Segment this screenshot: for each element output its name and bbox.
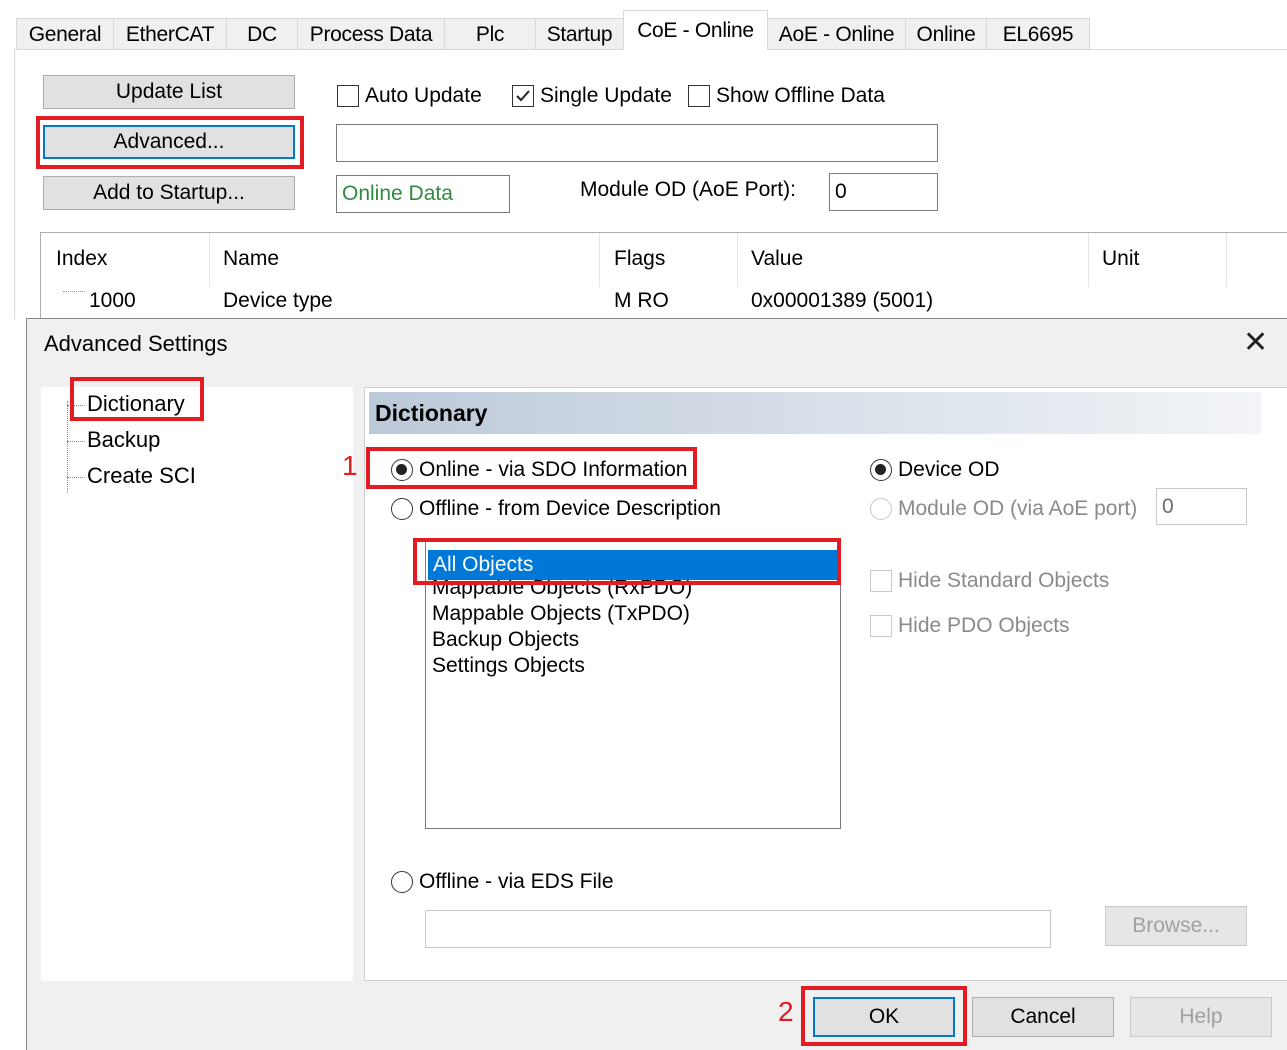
show-offline-box[interactable] <box>688 85 710 107</box>
pane-title: Dictionary <box>369 392 1261 434</box>
hide-pdo-checkbox[interactable]: Hide PDO Objects <box>870 614 1070 638</box>
add-to-startup-button[interactable]: Add to Startup... <box>43 176 295 210</box>
offline-eds-radio[interactable]: Offline - via EDS File <box>391 870 614 894</box>
step-marker-1: 1 <box>342 450 358 481</box>
row-flags[interactable]: M RO <box>614 289 669 313</box>
object-list[interactable]: Index Name Flags Value Unit 1000 Device … <box>40 232 1287 322</box>
help-button[interactable]: Help <box>1130 997 1272 1037</box>
hide-standard-label: Hide Standard Objects <box>898 569 1110 592</box>
column-header-name[interactable]: Name <box>223 247 279 271</box>
tree-line <box>67 405 85 406</box>
tab-ethercat[interactable]: EtherCAT <box>113 18 227 50</box>
device-od-label: Device OD <box>898 458 1000 481</box>
tree-item-backup[interactable]: Backup <box>87 427 160 453</box>
step-marker-2: 2 <box>778 996 794 1027</box>
dialog-title: Advanced Settings <box>44 331 228 356</box>
ok-button[interactable]: OK <box>813 997 955 1037</box>
tree-line <box>67 401 68 493</box>
object-filter-list[interactable]: Mappable Objects (RxPDO) All Objects Map… <box>425 541 841 829</box>
show-offline-checkbox[interactable]: Show Offline Data <box>688 84 885 108</box>
tab-process-data[interactable]: Process Data <box>297 18 445 50</box>
column-separator[interactable] <box>209 233 210 287</box>
tab-startup[interactable]: Startup <box>535 18 624 50</box>
dictionary-pane: Dictionary Online - via SDO Information … <box>364 387 1287 981</box>
device-od-radio[interactable]: Device OD <box>870 458 1000 482</box>
column-separator[interactable] <box>1088 233 1089 287</box>
tab-el6695[interactable]: EL6695 <box>986 18 1090 50</box>
offline-desc-radio[interactable]: Offline - from Device Description <box>391 497 721 521</box>
offline-eds-label: Offline - via EDS File <box>419 870 614 893</box>
show-offline-label: Show Offline Data <box>716 84 885 107</box>
list-item-selected[interactable]: All Objects <box>428 550 838 580</box>
column-separator[interactable] <box>737 233 738 287</box>
single-update-label: Single Update <box>540 84 672 107</box>
hide-standard-box[interactable] <box>870 570 892 592</box>
status-field[interactable] <box>336 124 938 162</box>
column-header-value[interactable]: Value <box>751 247 803 271</box>
update-list-button[interactable]: Update List <box>43 75 295 109</box>
single-update-box[interactable] <box>512 85 534 107</box>
advanced-button[interactable]: Advanced... <box>43 125 295 159</box>
radio-selected-icon[interactable] <box>870 459 892 481</box>
module-od-input[interactable]: 0 <box>829 173 938 211</box>
online-sdo-radio[interactable]: Online - via SDO Information <box>391 458 687 482</box>
radio-selected-icon[interactable] <box>391 459 413 481</box>
hide-pdo-box[interactable] <box>870 615 892 637</box>
online-sdo-label: Online - via SDO Information <box>419 458 688 481</box>
tab-general[interactable]: General <box>16 18 114 50</box>
eds-file-path-input[interactable] <box>425 910 1051 948</box>
tree-connector <box>63 291 85 292</box>
checkmark-icon <box>516 90 530 102</box>
tab-dc[interactable]: DC <box>226 18 298 50</box>
tree-line <box>67 441 85 442</box>
tree-item-dictionary[interactable]: Dictionary <box>87 391 185 417</box>
single-update-checkbox[interactable]: Single Update <box>512 84 672 108</box>
tab-aoe-online[interactable]: AoE - Online <box>767 18 906 50</box>
close-icon[interactable]: ✕ <box>1243 325 1268 360</box>
tab-coe-online[interactable]: CoE - Online <box>623 10 768 50</box>
column-header-flags[interactable]: Flags <box>614 247 665 271</box>
column-separator[interactable] <box>1226 233 1227 287</box>
auto-update-box[interactable] <box>337 85 359 107</box>
browse-button[interactable]: Browse... <box>1105 906 1247 946</box>
cancel-button[interactable]: Cancel <box>972 997 1114 1037</box>
tab-online[interactable]: Online <box>905 18 987 50</box>
radio-icon[interactable] <box>391 871 413 893</box>
row-name[interactable]: Device type <box>223 289 333 313</box>
module-od-port-input[interactable]: 0 <box>1156 488 1247 525</box>
hide-pdo-label: Hide PDO Objects <box>898 614 1070 637</box>
advanced-settings-dialog: Advanced Settings ✕ Dictionary Backup Cr… <box>26 318 1287 1050</box>
module-od-radio[interactable]: Module OD (via AoE port) <box>870 497 1137 521</box>
column-header-unit[interactable]: Unit <box>1102 247 1139 271</box>
column-header-index[interactable]: Index <box>56 247 107 271</box>
radio-icon[interactable] <box>870 498 892 520</box>
row-index[interactable]: 1000 <box>89 289 136 313</box>
tab-panel-border-left <box>14 49 15 319</box>
settings-tree[interactable]: Dictionary Backup Create SCI <box>41 387 353 981</box>
list-item[interactable]: Backup Objects <box>432 628 579 652</box>
module-od-radio-label: Module OD (via AoE port) <box>898 497 1138 520</box>
list-item[interactable]: Mappable Objects (TxPDO) <box>432 602 690 626</box>
tree-item-create-sci[interactable]: Create SCI <box>87 463 196 489</box>
tab-strip: General EtherCAT DC Process Data Plc Sta… <box>16 10 1287 50</box>
offline-desc-label: Offline - from Device Description <box>419 497 721 520</box>
radio-icon[interactable] <box>391 498 413 520</box>
module-od-label: Module OD (AoE Port): <box>580 178 796 201</box>
hide-standard-checkbox[interactable]: Hide Standard Objects <box>870 569 1109 593</box>
auto-update-label: Auto Update <box>365 84 482 107</box>
row-value[interactable]: 0x00001389 (5001) <box>751 289 933 313</box>
auto-update-checkbox[interactable]: Auto Update <box>337 84 482 108</box>
list-item[interactable]: Settings Objects <box>432 654 585 678</box>
tree-line <box>67 477 85 478</box>
online-data-field: Online Data <box>336 175 510 213</box>
tab-plc[interactable]: Plc <box>444 18 536 50</box>
column-separator[interactable] <box>599 233 600 287</box>
